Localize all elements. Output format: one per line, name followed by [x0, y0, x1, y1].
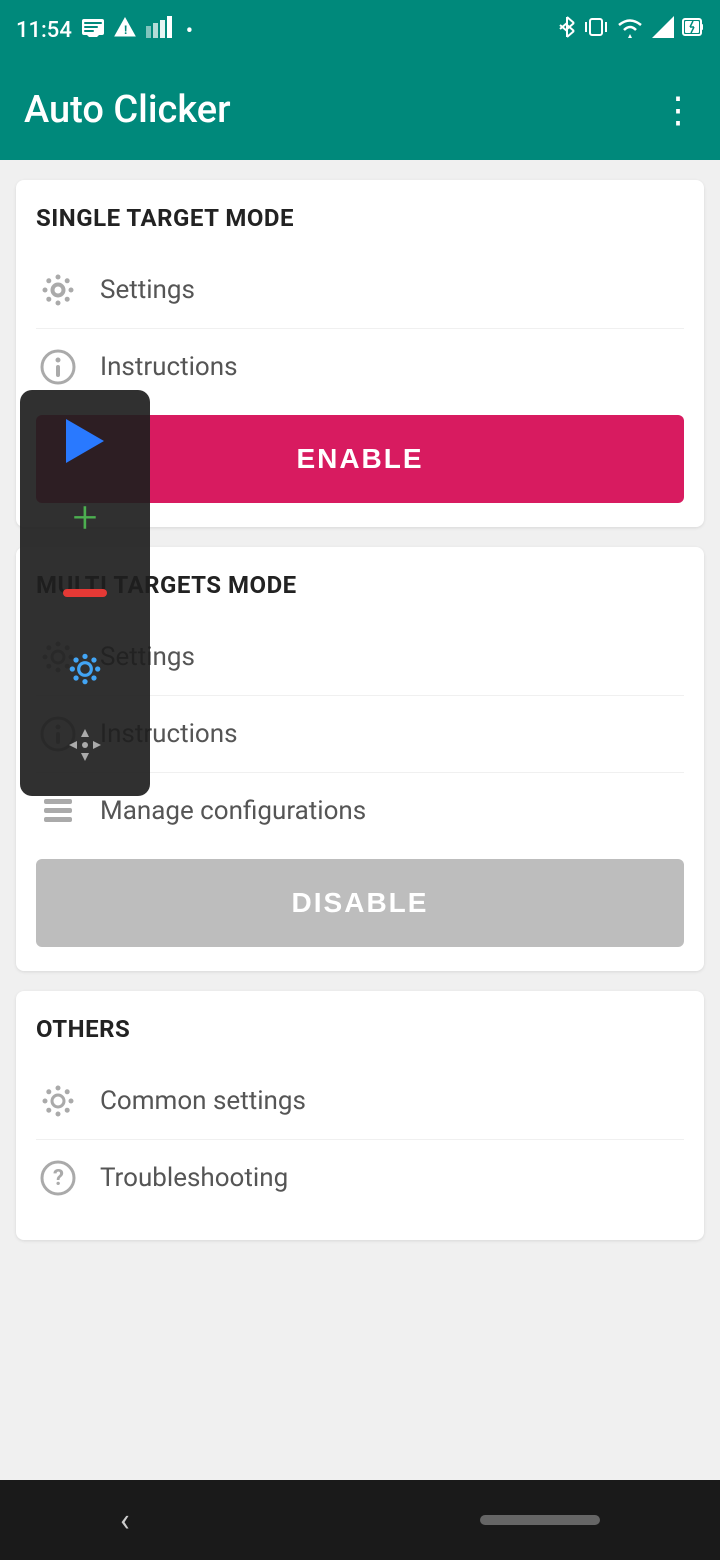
status-right [558, 16, 704, 44]
app-bar: Auto Clicker ⋮ [0, 60, 720, 160]
svg-text:!: ! [124, 23, 127, 37]
dot-icon: • [186, 18, 193, 42]
signal-icon [146, 16, 176, 44]
time-display: 11:54 [16, 18, 72, 43]
manage-configurations-label: Manage configurations [100, 796, 366, 826]
add-button[interactable]: + [20, 482, 150, 552]
plus-icon: + [73, 495, 98, 539]
battery-icon [682, 16, 704, 44]
troubleshooting-label: Troubleshooting [100, 1163, 288, 1193]
message-icon [82, 18, 104, 43]
svg-text:?: ? [53, 1166, 64, 1191]
single-settings-label: Settings [100, 275, 195, 305]
remove-button[interactable] [20, 558, 150, 628]
nav-bar: ‹ [0, 1480, 720, 1560]
vibrate-icon [584, 16, 608, 44]
common-settings-label: Common settings [100, 1086, 306, 1116]
toolbar-settings-button[interactable] [20, 634, 150, 704]
more-options-button[interactable]: ⋮ [660, 89, 696, 131]
question-icon: ? [36, 1156, 80, 1200]
back-button[interactable]: ‹ [120, 1501, 130, 1539]
troubleshooting-item[interactable]: ? Troubleshooting [36, 1140, 684, 1216]
play-button[interactable] [20, 406, 150, 476]
minus-icon [63, 589, 107, 597]
status-left: 11:54 ! • [16, 16, 193, 44]
others-title: OTHERS [36, 1015, 684, 1043]
common-settings-item[interactable]: Common settings [36, 1063, 684, 1139]
info-icon [36, 345, 80, 389]
gear-icon-toolbar [66, 650, 104, 688]
main-content: SINGLE TARGET MODE [0, 160, 720, 1480]
move-icon [65, 725, 105, 765]
single-settings-item[interactable]: Settings [36, 252, 684, 328]
single-instructions-label: Instructions [100, 352, 238, 382]
others-card: OTHERS Common set [16, 991, 704, 1240]
status-bar: 11:54 ! • [0, 0, 720, 60]
single-target-title: SINGLE TARGET MODE [36, 204, 684, 232]
floating-toolbar: + [20, 390, 150, 796]
move-button[interactable] [20, 710, 150, 780]
gear-icon [36, 268, 80, 312]
alert-icon: ! [114, 16, 136, 44]
play-icon [66, 419, 104, 463]
gear-icon-others [36, 1079, 80, 1123]
app-title: Auto Clicker [24, 88, 231, 132]
home-indicator[interactable] [480, 1515, 600, 1525]
disable-button[interactable]: DISABLE [36, 859, 684, 947]
wifi-icon [616, 16, 644, 44]
bluetooth-icon [558, 16, 576, 44]
signal-strength-icon [652, 16, 674, 44]
